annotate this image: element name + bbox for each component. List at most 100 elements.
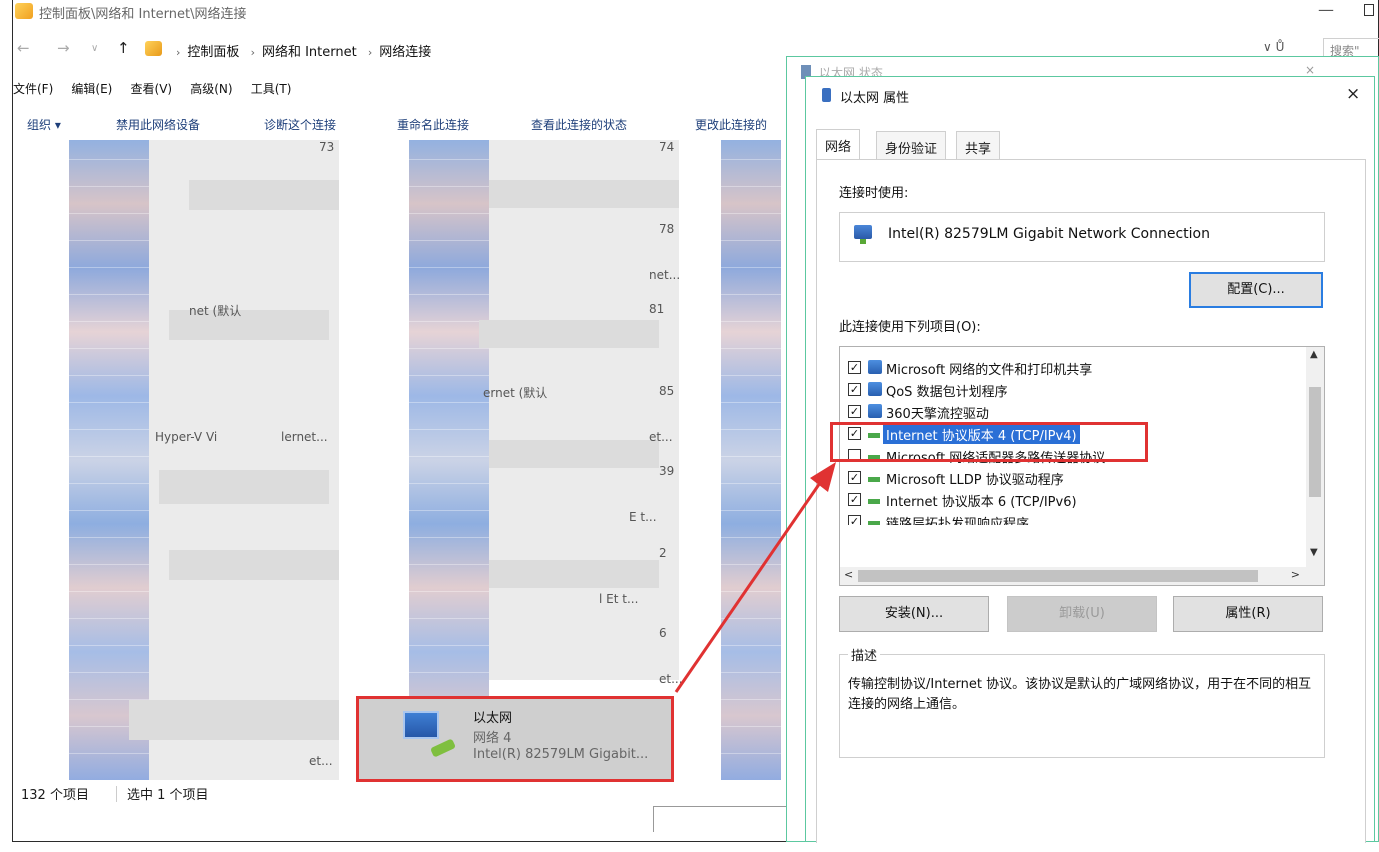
protocol-icon — [868, 521, 880, 525]
item-count: 132 个项目 — [21, 788, 89, 803]
connection-adapter: Intel(R) 82579LM Gigabit... — [473, 747, 649, 762]
item-checkbox[interactable]: ✓ — [848, 383, 861, 396]
item-checkbox[interactable]: ✓ — [848, 493, 861, 506]
install-button[interactable]: 安装(N)... — [839, 596, 989, 632]
list-item[interactable]: ✓ Microsoft LLDP 协议驱动程序 — [848, 467, 1278, 489]
blurred-text: 74 — [659, 140, 675, 154]
items-label: 此连接使用下列项目(O): — [839, 320, 981, 335]
breadcrumb-network-connections[interactable]: 网络连接 — [379, 45, 431, 60]
blurred-area — [489, 440, 659, 468]
list-item[interactable]: ✓ 链路层拓扑发现响应程序 — [848, 511, 1278, 525]
scrollbar-thumb[interactable] — [1309, 387, 1321, 497]
menu-bar: 文件(F) 编辑(E) 查看(V) 高级(N) 工具(T) — [13, 80, 305, 100]
scroll-down-icon[interactable]: ▼ — [1310, 547, 1318, 558]
vertical-scrollbar[interactable]: ▲ ▼ — [1306, 347, 1324, 569]
item-checkbox[interactable]: ✓ — [848, 471, 861, 484]
tab-authentication[interactable]: 身份验证 — [876, 131, 947, 159]
blurred-text: net... — [649, 268, 681, 282]
tab-sharing[interactable]: 共享 — [956, 131, 1001, 159]
blurred-text: net (默认 — [189, 304, 242, 318]
explorer-titlebar: 控制面板\网络和 Internet\网络连接 — — [13, 0, 1378, 24]
uninstall-button[interactable]: 卸载(U) — [1007, 596, 1157, 632]
scrollbar-thumb[interactable] — [858, 570, 1258, 582]
list-item[interactable]: ✓ QoS 数据包计划程序 — [848, 379, 1278, 401]
close-icon[interactable]: × — [1346, 84, 1360, 104]
menu-advanced[interactable]: 高级(N) — [190, 80, 232, 97]
network-cable-icon — [430, 738, 456, 758]
maximize-icon[interactable] — [1364, 4, 1374, 16]
properties-dialog-title: 以太网 属性 — [840, 91, 910, 106]
blurred-area — [489, 140, 679, 680]
ethernet-connection-item[interactable]: 以太网 网络 4 Intel(R) 82579LM Gigabit... — [356, 696, 674, 782]
refresh-controls[interactable]: ∨ Ů — [1263, 40, 1284, 54]
description-group: 描述 传输控制协议/Internet 协议。该协议是默认的广域网络协议，用于在不… — [839, 645, 1325, 758]
forward-arrow-icon[interactable]: → — [57, 39, 70, 57]
tab-network[interactable]: 网络 — [816, 129, 861, 159]
blurred-text: et... — [309, 754, 333, 768]
list-item[interactable]: ✓ Microsoft 网络的文件和打印机共享 — [848, 357, 1278, 379]
chevron-right-icon: › — [250, 46, 255, 59]
control-panel-icon — [15, 3, 33, 19]
minimize-button[interactable]: — — [1318, 0, 1334, 19]
close-icon[interactable]: × — [1305, 63, 1315, 77]
protocol-icon — [868, 499, 880, 504]
menu-file[interactable]: 文件(F) — [13, 80, 53, 97]
ipv4-highlight-box — [830, 422, 1148, 462]
network-client-icon — [868, 382, 882, 396]
control-panel-icon — [145, 41, 162, 56]
item-checkbox[interactable]: ✓ — [848, 405, 861, 418]
network-tab-panel: 连接时使用: Intel(R) 82579LM Gigabit Network … — [816, 159, 1366, 843]
item-checkbox[interactable]: ✓ — [848, 515, 861, 525]
blurred-text: et... — [659, 672, 683, 686]
blurred-text: E t... — [629, 510, 657, 524]
blurred-area — [129, 700, 339, 740]
item-label: QoS 数据包计划程序 — [886, 385, 1008, 400]
view-status-button[interactable]: 查看此连接的状态 — [531, 116, 627, 133]
item-label: 360天擎流控驱动 — [886, 407, 989, 422]
horizontal-scrollbar[interactable]: < > — [840, 567, 1324, 585]
menu-tools[interactable]: 工具(T) — [251, 80, 292, 97]
blurred-text: 39 — [659, 464, 675, 478]
list-item[interactable]: ✓ 360天擎流控驱动 — [848, 401, 1278, 423]
network-client-icon — [868, 360, 882, 374]
scroll-up-icon[interactable]: ▲ — [1310, 349, 1318, 360]
disable-device-button[interactable]: 禁用此网络设备 — [116, 116, 200, 133]
selected-count: 选中 1 个项目 — [127, 788, 209, 803]
up-arrow-icon[interactable]: ↑ — [117, 39, 130, 57]
blurred-text: l Et t... — [599, 592, 639, 606]
connections-list: 73 74 78 net... 81 net (默认 ernet (默认 85 … — [69, 140, 799, 780]
breadcrumb: › 控制面板 › 网络和 Internet › 网络连接 — [169, 41, 431, 60]
breadcrumb-network-internet[interactable]: 网络和 Internet — [262, 45, 357, 60]
item-label: 链路层拓扑发现响应程序 — [886, 517, 1030, 525]
connection-name: 以太网 — [473, 711, 513, 726]
menu-edit[interactable]: 编辑(E) — [71, 80, 112, 97]
diagnose-button[interactable]: 诊断这个连接 — [264, 116, 336, 133]
command-bar: 组织 ▾ 禁用此网络设备 诊断这个连接 重命名此连接 查看此连接的状态 更改此连… — [13, 112, 793, 138]
description-text: 传输控制协议/Internet 协议。该协议是默认的广域网络协议，用于在不同的相… — [848, 677, 1312, 712]
connection-network: 网络 4 — [473, 731, 512, 746]
blurred-text: ernet (默认 — [483, 386, 548, 400]
blurred-area — [169, 550, 339, 580]
components-list[interactable]: ✓ Microsoft 网络的文件和打印机共享 ✓ QoS 数据包计划程序 ✓ … — [839, 346, 1325, 586]
menu-view[interactable]: 查看(V) — [131, 80, 173, 97]
description-label: 描述 — [848, 645, 881, 664]
configure-button[interactable]: 配置(C)... — [1189, 272, 1323, 308]
blurred-area — [159, 470, 329, 504]
rename-button[interactable]: 重命名此连接 — [397, 116, 469, 133]
back-arrow-icon[interactable]: ← — [17, 39, 30, 57]
organize-button[interactable]: 组织 ▾ — [27, 116, 61, 133]
scroll-left-icon[interactable]: < — [844, 568, 853, 581]
change-settings-button[interactable]: 更改此连接的 — [695, 116, 767, 133]
list-item[interactable]: ✓ Internet 协议版本 6 (TCP/IPv6) — [848, 489, 1278, 511]
breadcrumb-control-panel[interactable]: 控制面板 — [187, 45, 239, 60]
scroll-right-icon[interactable]: > — [1291, 568, 1300, 581]
network-adapter-icon — [854, 225, 872, 244]
blurred-icons-column — [721, 140, 781, 780]
recent-dropdown-icon[interactable]: ∨ — [91, 43, 98, 54]
protocol-icon — [868, 477, 880, 482]
item-checkbox[interactable]: ✓ — [848, 361, 861, 374]
blurred-area — [489, 560, 659, 588]
item-label: Microsoft LLDP 协议驱动程序 — [886, 473, 1064, 488]
properties-button[interactable]: 属性(R) — [1173, 596, 1323, 632]
blurred-text: et... — [649, 430, 673, 444]
